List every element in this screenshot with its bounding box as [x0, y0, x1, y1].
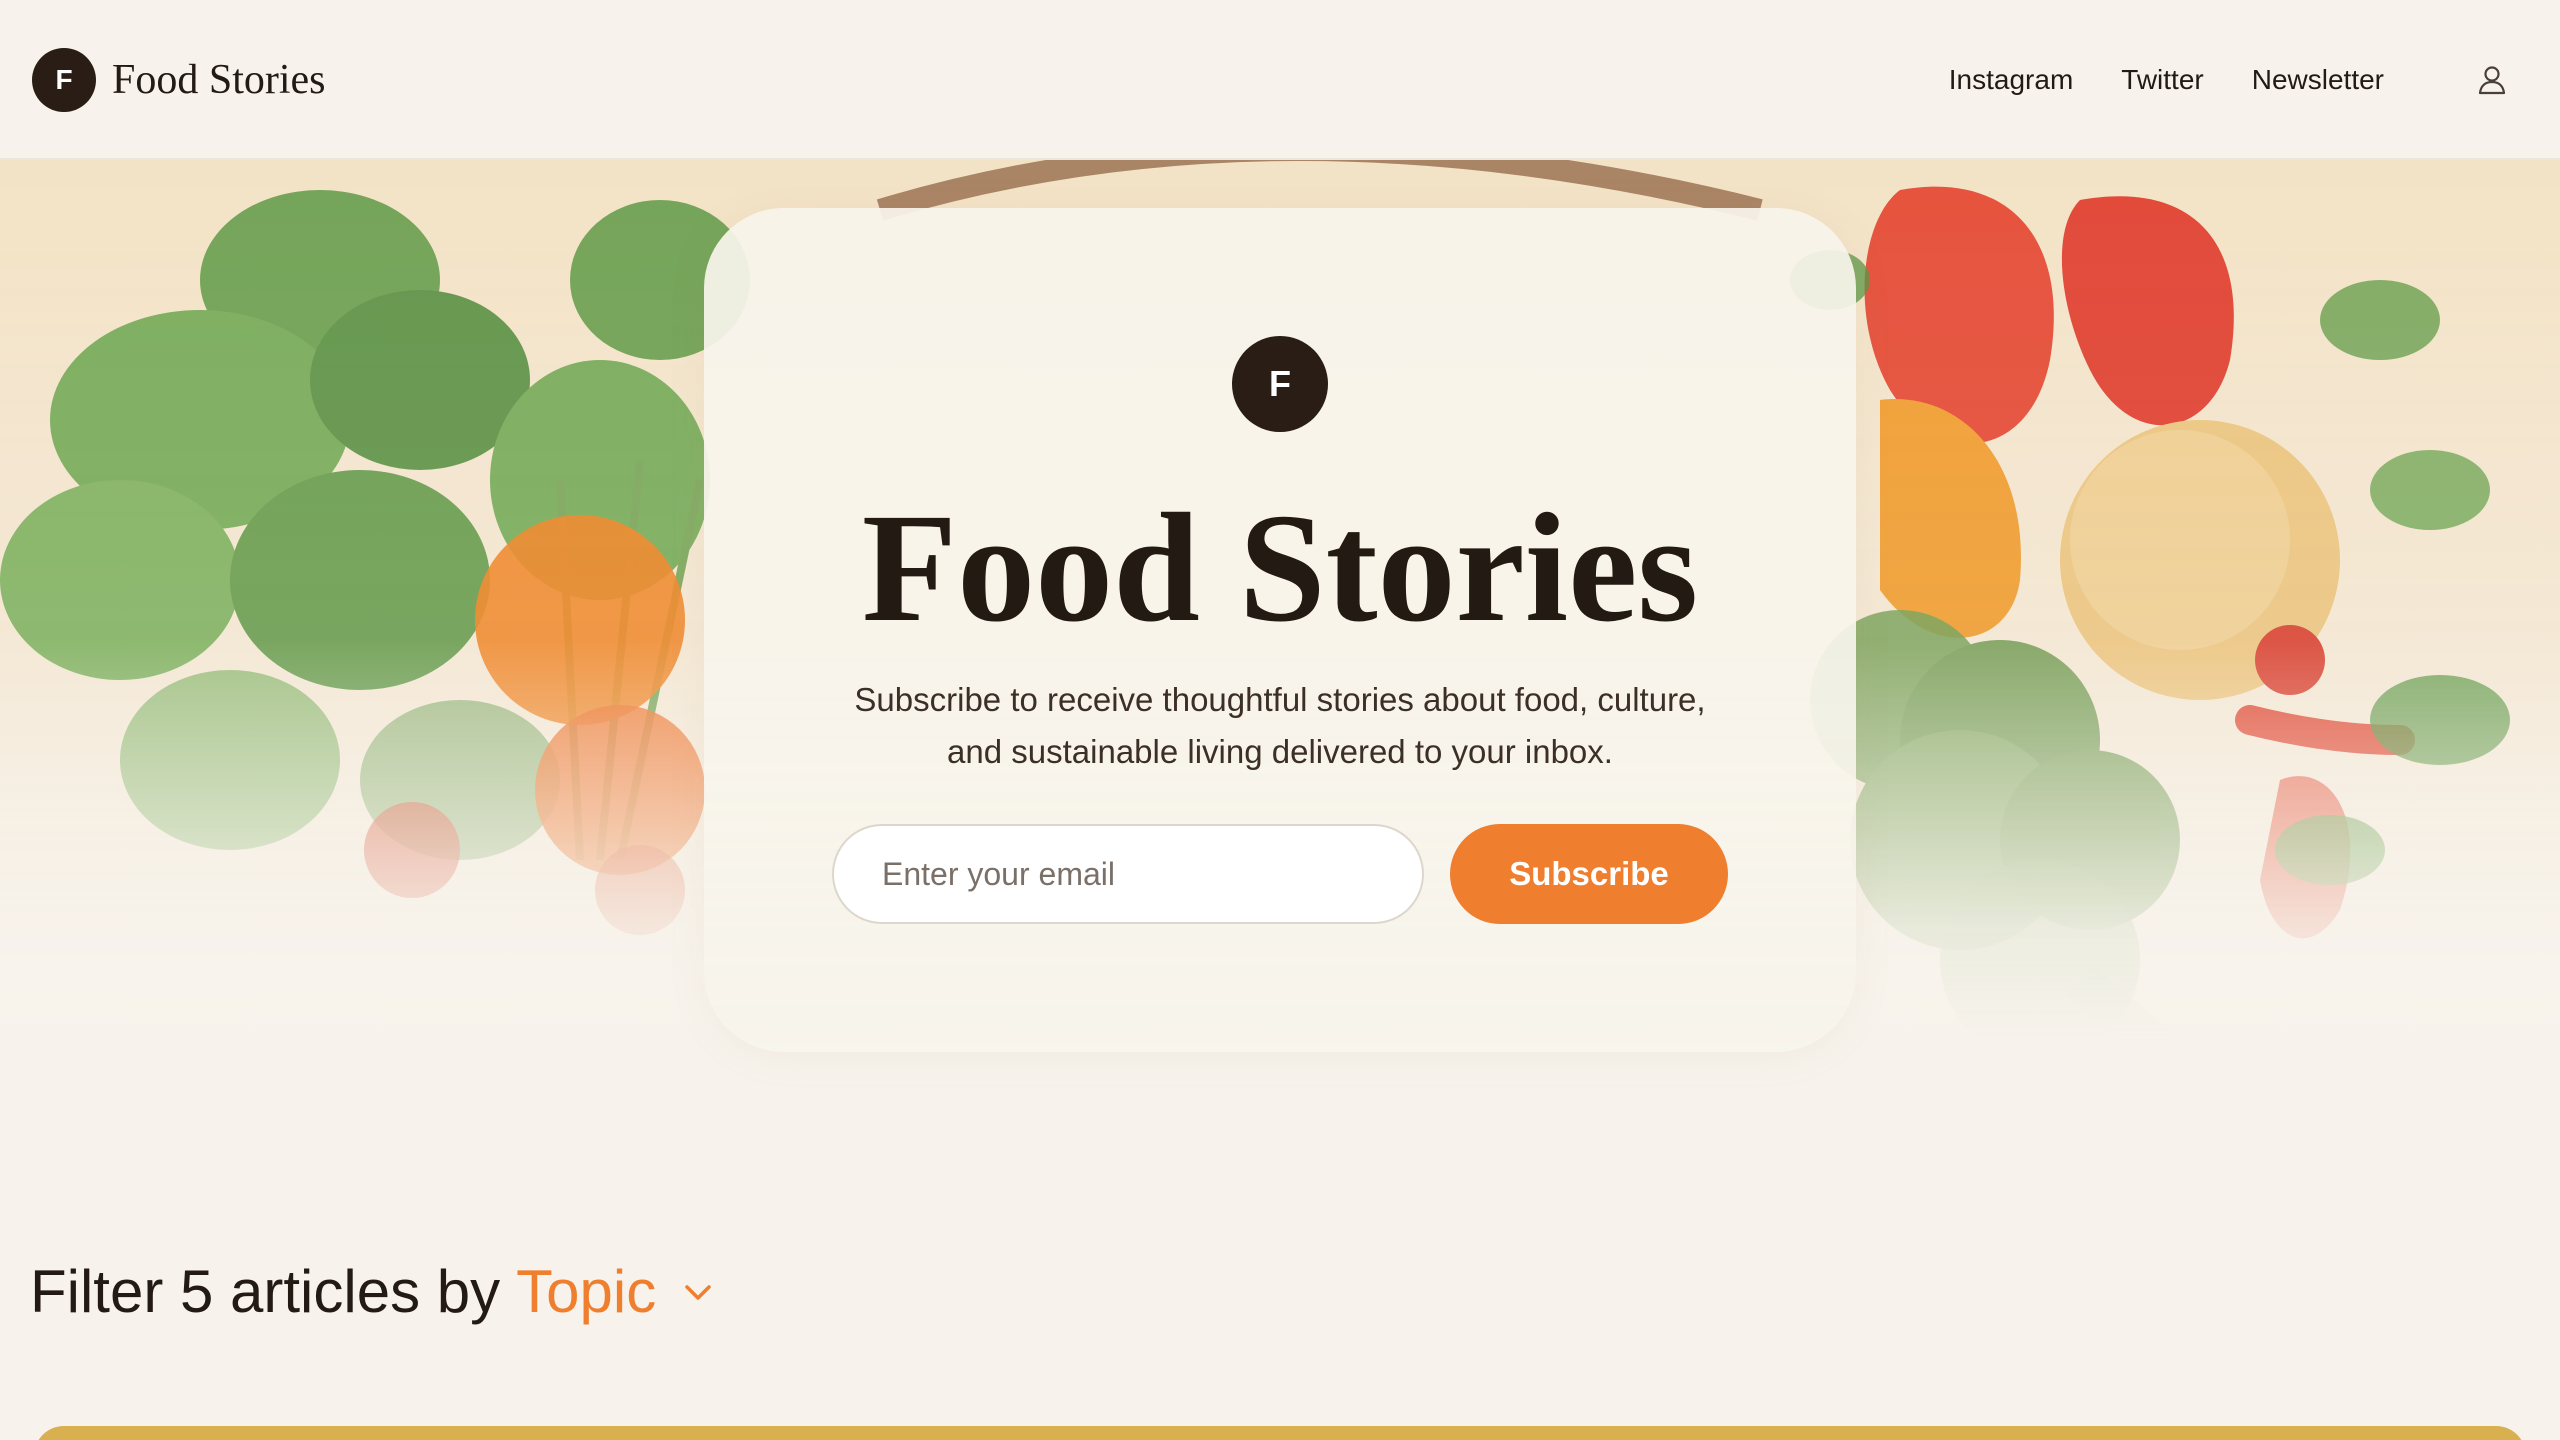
card-logo-mark: F [1232, 336, 1328, 432]
article-filter: Filter 5 articles by Topic [30, 1256, 716, 1328]
user-icon[interactable] [2472, 60, 2512, 100]
article-card-preview[interactable] [34, 1426, 2526, 1440]
hero-subtitle-line-1: Subscribe to receive thoughtful stories … [854, 681, 1706, 718]
nav-link-instagram[interactable]: Instagram [1949, 58, 2074, 102]
brand-name[interactable]: Food Stories [112, 52, 326, 108]
hero-subtitle-line-2: and sustainable living delivered to your… [947, 733, 1613, 770]
site-header: F Food Stories Instagram Twitter Newslet… [0, 0, 2560, 160]
topic-dropdown[interactable]: Topic [516, 1256, 656, 1328]
nav-link-twitter[interactable]: Twitter [2121, 58, 2203, 102]
subscribe-card: F Food Stories Subscribe to receive thou… [704, 208, 1856, 1052]
hero-title: Food Stories [861, 481, 1699, 654]
logo-mark[interactable]: F [32, 48, 96, 112]
hero-section: F Food Stories Subscribe to receive thou… [0, 160, 2560, 1120]
nav-link-newsletter[interactable]: Newsletter [2252, 58, 2384, 102]
hero-subtitle: Subscribe to receive thoughtful stories … [704, 674, 1856, 778]
email-input[interactable] [832, 824, 1424, 924]
subscribe-button[interactable]: Subscribe [1450, 824, 1728, 924]
filter-label: Filter 5 articles by [30, 1258, 501, 1325]
chevron-down-icon[interactable] [680, 1274, 716, 1310]
main-nav: Instagram Twitter Newsletter [1949, 58, 2384, 102]
